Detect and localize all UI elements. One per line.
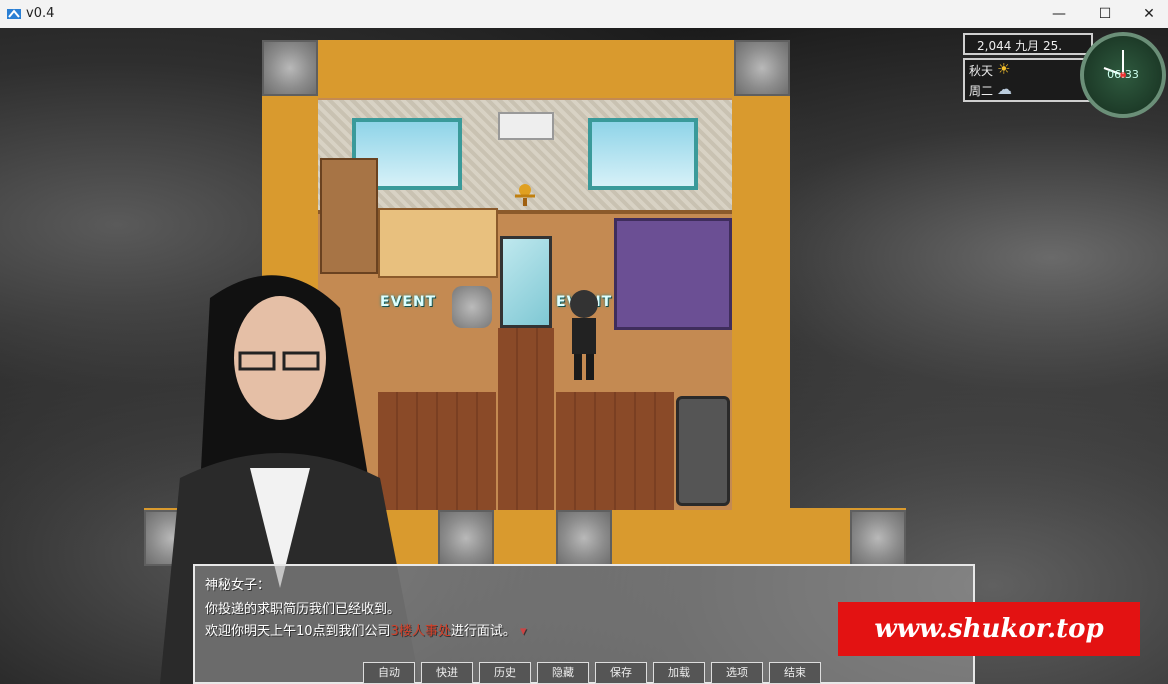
stone-pillar [850, 510, 906, 566]
dialog-text: 进行面试。 [450, 624, 516, 639]
app-icon [7, 9, 21, 19]
window-titlebar: v0.4 — ☐ ✕ [0, 0, 1168, 29]
chair [452, 286, 492, 328]
stone-pillar [262, 40, 318, 96]
stone-pillar [734, 40, 790, 96]
season-label: 秋天 [969, 64, 994, 78]
chandelier-icon [512, 178, 538, 208]
dialog-line: 欢迎你明天上午10点到我们公司3楼人事处进行面试。 ▾ [205, 620, 527, 639]
close-button[interactable]: ✕ [1126, 0, 1168, 28]
save-button[interactable]: 保存 [595, 662, 647, 684]
clock-time: 06:33 [1107, 68, 1139, 81]
load-button[interactable]: 加载 [653, 662, 705, 684]
sun-icon: ☀ [997, 60, 1011, 78]
dialog-text: 欢迎你明天上午10点到我们公司 [205, 624, 391, 639]
stone-pillar [556, 510, 612, 566]
end-button[interactable]: 结束 [769, 662, 821, 684]
bed [614, 218, 732, 330]
window [588, 118, 698, 190]
auto-button[interactable]: 自动 [363, 662, 415, 684]
maximize-button[interactable]: ☐ [1082, 0, 1128, 28]
game-viewport[interactable]: EVENT EVENT 2,044 九月 25. 秋天 ☀ 周二 ☁ 06:33… [0, 28, 1168, 684]
mirror [500, 236, 552, 328]
dialog-menu: 自动 快进 历史 隐藏 保存 加载 选项 结束 [363, 662, 821, 684]
hide-button[interactable]: 隐藏 [537, 662, 589, 684]
speaker-name: 神秘女子： [205, 578, 271, 593]
bookshelf [320, 158, 378, 274]
stone-pillar [438, 510, 494, 566]
date-display: 2,044 九月 25. [963, 33, 1093, 55]
minimize-button[interactable]: — [1036, 0, 1082, 28]
rain-cloud-icon: ☁ [997, 80, 1012, 98]
watermark-banner: www.shukor.top [838, 602, 1140, 656]
dialog-line: 你投递的求职简历我们已经收到。 [205, 602, 401, 617]
season-weekday-panel: 秋天 ☀ 周二 ☁ [963, 58, 1093, 102]
wood-floor [556, 392, 674, 510]
skip-button[interactable]: 快进 [421, 662, 473, 684]
wood-floor [498, 328, 554, 510]
options-button[interactable]: 选项 [711, 662, 763, 684]
window-title: v0.4 [26, 6, 55, 21]
player-character [570, 290, 598, 380]
clock-widget: 06:33 [1080, 32, 1166, 118]
sofa [676, 396, 730, 506]
air-conditioner [498, 112, 554, 140]
continue-arrow-icon: ▾ [519, 624, 527, 639]
history-button[interactable]: 历史 [479, 662, 531, 684]
highlighted-location: 3楼人事处 [390, 624, 451, 639]
weekday-label: 周二 [969, 84, 994, 98]
